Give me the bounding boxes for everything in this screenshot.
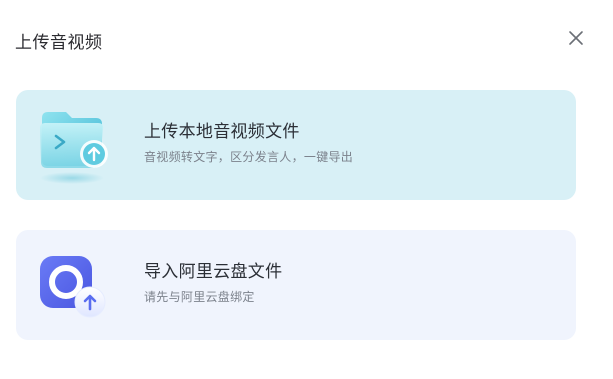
option-title: 导入阿里云盘文件: [144, 262, 283, 282]
aliyun-drive-icon: [38, 246, 118, 326]
upload-local-file-option[interactable]: 上传本地音视频文件 音视频转文字，区分发言人，一键导出: [16, 90, 576, 200]
option-description: 音视频转文字，区分发言人，一键导出: [144, 150, 354, 164]
close-icon: [569, 31, 583, 45]
option-description: 请先与阿里云盘绑定: [144, 290, 255, 304]
dialog-title: 上传音视频: [15, 33, 103, 53]
option-title: 上传本地音视频文件: [144, 122, 300, 142]
upload-dialog: 上传音视频 上传本地音视频文件 音视频转文字，区分发言人，一键导出 导入阿里云盘…: [0, 0, 613, 379]
folder-upload-icon: [38, 106, 118, 186]
close-button[interactable]: [565, 27, 587, 49]
import-aliyun-drive-option[interactable]: 导入阿里云盘文件 请先与阿里云盘绑定: [16, 230, 576, 340]
